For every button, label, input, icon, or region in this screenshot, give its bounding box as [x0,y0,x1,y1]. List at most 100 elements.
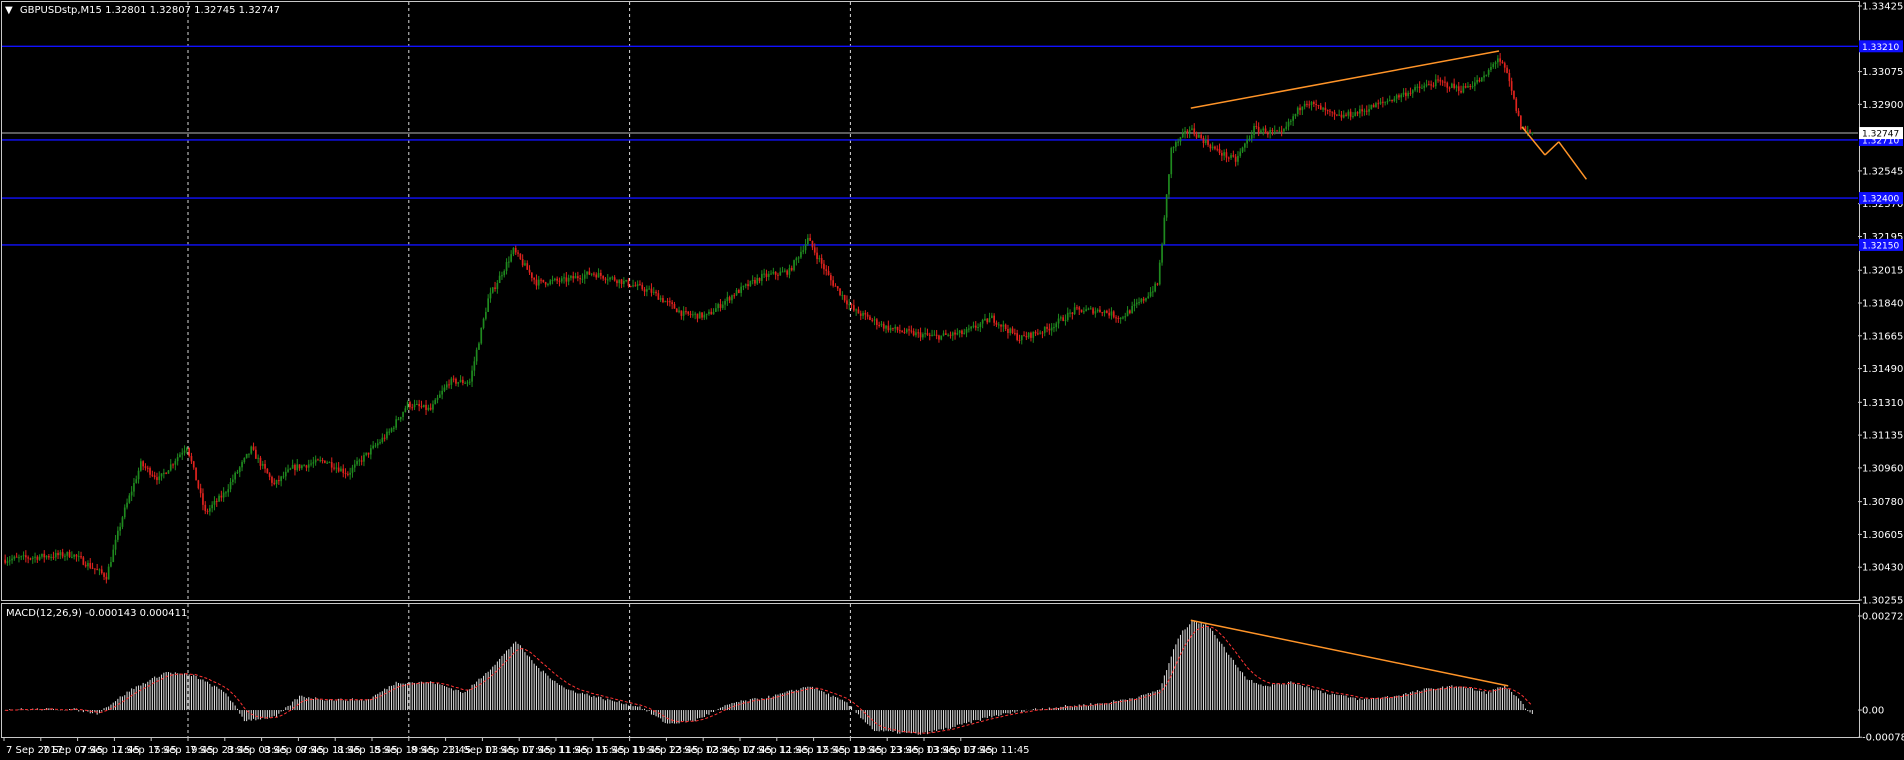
candle-body [1382,101,1384,103]
candle-body [13,556,16,559]
candle-body [772,271,775,274]
candle-body [866,314,869,317]
candle-body [701,312,703,318]
candle-body [351,467,354,473]
candle-body [1260,130,1262,133]
candle-body [119,526,121,531]
candle-body [245,453,248,458]
candle-body [979,323,982,327]
candle-body [830,275,832,281]
candle-body [1168,174,1170,195]
candle-body [399,416,402,420]
candle-body [694,313,696,315]
candle-body [556,278,558,281]
candle-body [1062,317,1064,321]
candle-body [646,289,648,292]
candle-body [491,287,494,293]
candle-body [94,568,96,570]
candle-body [1276,130,1278,132]
candle-body [981,319,984,324]
candle-body [390,428,393,432]
candle-body [163,472,165,474]
candle-body [786,270,788,275]
candle-body [1014,332,1016,334]
macd-tick-label: 0.00 [1862,706,1884,717]
candle-body [445,384,448,388]
candle-body [471,370,473,382]
candle-body [1352,116,1354,118]
candle-body [296,464,299,471]
candle-body [595,274,598,278]
candle-body [416,404,418,406]
candle-body [135,479,138,483]
candle-body [1115,317,1117,319]
candle-body [1347,111,1350,116]
candle-body [1402,92,1405,95]
candle-body [873,319,876,321]
candle-body [1152,291,1154,293]
candle-body [733,295,736,297]
candle-body [1244,143,1246,148]
candle-body [1200,134,1202,138]
candle-body [758,277,761,281]
candle-body [928,334,931,336]
candle-body [514,247,517,253]
candle-body [1096,309,1099,312]
candle-body [294,464,296,471]
price-tick-label: 1.31310 [1862,398,1903,409]
candle-body [1430,84,1432,86]
candle-body [749,280,752,287]
candle-body [915,332,917,336]
candle-body [337,467,340,472]
candle-body [1474,82,1476,87]
candle-body [1363,110,1366,112]
candle-body [581,278,584,280]
candle-body [1230,155,1232,158]
candle-body [832,280,834,286]
candle-body [1034,331,1037,334]
candle-body [211,504,213,509]
candle-body [466,382,469,384]
candle-body [1145,298,1147,301]
candle-body [899,330,901,332]
candle-body [910,330,913,332]
candle-body [728,297,731,301]
candle-body [935,334,938,336]
candle-body [1027,332,1030,338]
candle-body [894,326,897,329]
candle-body [1517,110,1520,116]
price-tick-label: 1.31665 [1862,331,1903,342]
candle-body [144,466,147,468]
candle-body [1494,62,1497,65]
candle-body [1388,99,1391,102]
candle-body [280,476,282,482]
candle-body [75,554,78,557]
candle-body [1377,103,1380,105]
candle-body [464,382,466,384]
candle-body [698,312,701,319]
trading-chart[interactable]: 1.334251.330751.329001.325451.323701.321… [0,0,1904,760]
candle-body [876,319,878,325]
candle-body [195,467,197,481]
candle-body [820,258,823,264]
candle-body [1471,86,1474,88]
price-tick-label: 1.31840 [1862,299,1903,310]
candle-body [234,472,236,480]
candle-body [901,331,903,333]
collapse-arrow-icon[interactable]: ▼ [5,5,13,16]
candle-body [215,500,218,502]
candle-body [91,567,94,569]
candle-body [34,556,36,558]
candle-body [1273,130,1276,132]
candle-body [855,309,857,311]
candle-body [167,470,170,474]
candle-body [1269,129,1271,134]
candle-body [970,326,972,329]
candle-body [1020,335,1023,341]
candle-body [795,258,798,261]
candle-body [1315,104,1317,106]
candle-body [238,467,241,473]
candle-body [565,277,568,282]
candle-body [48,556,50,558]
candle-body [705,313,708,315]
